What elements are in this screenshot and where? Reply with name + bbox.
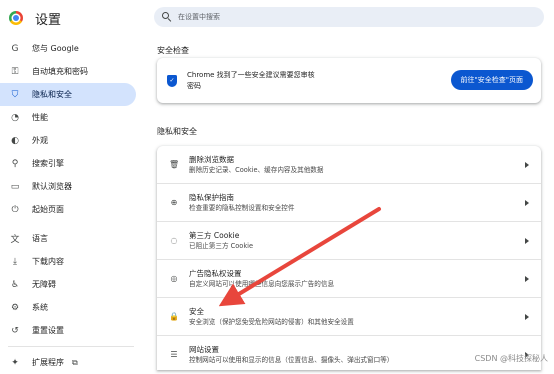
chevron-right-icon [525, 199, 529, 206]
sidebar-item-5[interactable]: ⚲ 搜索引擎 [0, 152, 142, 175]
search-icon [162, 12, 172, 22]
watermark: CSDN @科技探秘人 [474, 354, 548, 363]
sidebar-item-label: 起始页面 [32, 205, 64, 214]
sidebar-item-13[interactable]: ✦ 扩展程序 ⧉ [0, 351, 142, 374]
google-icon: G [11, 43, 19, 54]
sidebar-item-1[interactable]: ⚿ 自动填充和密码 [0, 60, 142, 83]
sidebar-item-3[interactable]: ◔ 性能 [0, 106, 142, 129]
row-title: 广告隐私权设置 [189, 269, 242, 278]
row-title: 隐私保护指南 [189, 193, 234, 202]
speedometer-icon: ◔ [11, 112, 19, 123]
privacy-row-1[interactable]: ⊕ 隐私保护指南检查重要的隐私控制设置和安全控件 [157, 183, 541, 221]
row-subtitle: 检查重要的隐私控制设置和安全控件 [189, 204, 295, 212]
reset-icon: ↺ [11, 325, 19, 336]
sidebar-item-12[interactable]: ↺ 重置设置 [0, 319, 142, 342]
sidebar-item-9[interactable]: ⤓ 下载内容 [0, 250, 142, 273]
chevron-right-icon [525, 275, 529, 282]
sidebar-item-4[interactable]: ◐ 外观 [0, 129, 142, 152]
translate-icon: 文 [10, 235, 20, 245]
privacy-section-title: 隐私和安全 [157, 127, 197, 136]
sidebar-item-label: 语言 [32, 234, 48, 243]
go-to-safety-check-button[interactable]: 前往"安全检查"页面 [450, 70, 533, 90]
sidebar-item-label: 搜索引擎 [32, 159, 64, 168]
sidebar-item-label: 您与 Google [32, 44, 79, 53]
sidebar-divider [8, 346, 134, 347]
sidebar-item-label: 隐私和安全 [32, 90, 72, 99]
row-subtitle: 删除历史记录、Cookie、缓存内容及其他数据 [189, 166, 324, 174]
ad-privacy-icon: ◎ [170, 274, 178, 283]
open-in-new-icon: ⧉ [72, 357, 78, 367]
privacy-row-0[interactable]: 🗑 删除浏览数据删除历史记录、Cookie、缓存内容及其他数据 [157, 146, 541, 183]
sidebar-nav: G 您与 Google ⚿ 自动填充和密码 ⛉ 隐私和安全 ◔ 性能 ◐ 外观 ⚲ 搜索引擎 ▭ 默认浏览… [0, 37, 142, 374]
extension-icon: ✦ [11, 357, 19, 368]
privacy-card: 🗑 删除浏览数据删除历史记录、Cookie、缓存内容及其他数据 ⊕ 隐私保护指南检查重… [157, 146, 541, 370]
row-title: 第三方 Cookie [189, 231, 240, 240]
safety-check-item: 密码 [187, 81, 201, 90]
guide-icon: ⊕ [170, 198, 178, 207]
palette-icon: ◐ [11, 135, 19, 146]
sidebar-item-label: 扩展程序 [32, 358, 64, 367]
row-title: 安全 [189, 307, 204, 316]
sidebar-item-6[interactable]: ▭ 默认浏览器 [0, 175, 142, 198]
download-icon: ⤓ [13, 256, 17, 267]
search-input[interactable] [176, 12, 480, 22]
shield-icon: ✓ [167, 74, 177, 87]
sidebar-item-8[interactable]: 文 语言 [0, 227, 142, 250]
chevron-right-icon [525, 237, 529, 244]
safety-check-title: 安全检查 [157, 46, 189, 55]
row-subtitle: 控制网站可以使用和显示的信息（位置信息、摄像头、弹出式窗口等） [189, 356, 394, 364]
chrome-logo-icon [9, 11, 23, 25]
accessibility-icon: ♿ [10, 279, 20, 290]
chevron-right-icon [525, 313, 529, 320]
page-title: 设置 [35, 12, 62, 28]
shield-icon: ⛉ [11, 89, 19, 100]
sidebar: 设置 G 您与 Google ⚿ 自动填充和密码 ⛉ 隐私和安全 ◔ 性能 ◐ 外观 ⚲ 搜索引擎 ▭ 默… [0, 0, 142, 370]
search-bar[interactable] [154, 7, 544, 27]
sidebar-item-label: 外观 [32, 136, 48, 145]
row-title: 删除浏览数据 [189, 155, 234, 164]
trash-icon: 🗑 [169, 160, 180, 169]
lock-icon: 🔒 [169, 312, 179, 321]
sidebar-item-11[interactable]: ⚙ 系统 [0, 296, 142, 319]
row-subtitle: 已阻止第三方 Cookie [189, 242, 254, 250]
cookie-icon: ◌ [170, 236, 178, 245]
privacy-row-2[interactable]: ◌ 第三方 Cookie 已阻止第三方 Cookie [157, 221, 541, 259]
privacy-row-3[interactable]: ◎ 广告隐私权设置自定义网站可以使用哪些信息向您展示广告的信息 [157, 259, 541, 297]
safety-check-message: Chrome 找到了一些安全建议需要您审核 [187, 70, 315, 79]
key-icon: ⚿ [11, 66, 19, 77]
search-icon: ⚲ [11, 158, 19, 169]
sidebar-item-2[interactable]: ⛉ 隐私和安全 [0, 83, 136, 106]
sidebar-item-label: 下载内容 [32, 257, 64, 266]
wrench-icon: ⚙ [10, 302, 20, 313]
safety-check-card: ✓ Chrome 找到了一些安全建议需要您审核 密码 前往"安全检查"页面 [157, 58, 541, 103]
sidebar-item-10[interactable]: ♿ 无障碍 [0, 273, 142, 296]
sidebar-item-label: 重置设置 [32, 326, 64, 335]
sidebar-item-label: 系统 [32, 303, 48, 312]
sidebar-item-label: 自动填充和密码 [32, 67, 88, 76]
brand: 设置 [9, 8, 61, 28]
row-subtitle: 自定义网站可以使用哪些信息向您展示广告的信息 [189, 280, 335, 288]
sidebar-item-label: 无障碍 [32, 280, 56, 289]
browser-icon: ▭ [10, 181, 20, 192]
sidebar-item-label: 性能 [32, 113, 48, 122]
chevron-right-icon [525, 161, 529, 168]
power-icon: ⏻ [11, 204, 19, 215]
sidebar-item-0[interactable]: G 您与 Google [0, 37, 142, 60]
sidebar-item-label: 默认浏览器 [32, 182, 72, 191]
sidebar-item-7[interactable]: ⏻ 起始页面 [0, 198, 142, 221]
privacy-row-4[interactable]: 🔒 安全安全浏览（保护您免受危险网站的侵害）和其他安全设置 [157, 297, 541, 335]
row-title: 网站设置 [189, 345, 219, 354]
row-subtitle: 安全浏览（保护您免受危险网站的侵害）和其他安全设置 [189, 318, 354, 326]
site-settings-icon: ☰ [170, 350, 178, 359]
